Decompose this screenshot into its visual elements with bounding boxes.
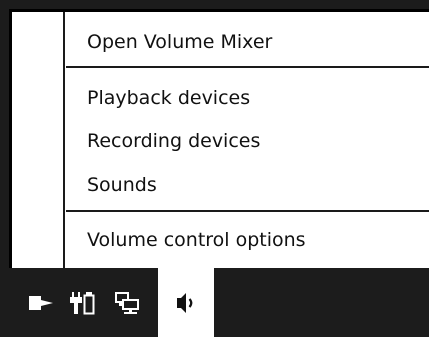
volume-context-menu: Open Volume Mixer Playback devices Recor… [9,9,429,268]
menu-item-label: Open Volume Mixer [87,31,273,53]
menu-item-label: Volume control options [87,229,306,251]
menu-item-playback-devices[interactable]: Playback devices [66,78,429,118]
menu-separator [66,210,429,212]
menu-separator [66,66,429,68]
taskbar [9,268,429,337]
tray-network-button[interactable] [109,268,145,337]
screen: Open Volume Mixer Playback devices Recor… [0,0,429,337]
tray-flag-button[interactable] [23,268,59,337]
menu-item-volume-control-options[interactable]: Volume control options [66,220,429,260]
menu-item-label: Sounds [87,174,157,196]
menu-item-open-volume-mixer[interactable]: Open Volume Mixer [66,22,429,62]
menu-item-recording-devices[interactable]: Recording devices [66,121,429,161]
menu-item-label: Playback devices [87,87,251,109]
tray-speaker-button[interactable] [158,268,214,337]
menu-item-label: Recording devices [87,130,261,152]
menu-icon-gutter [12,12,65,268]
tray-power-button[interactable] [65,268,101,337]
flag-icon [29,295,53,310]
battery-plug-icon [70,291,95,314]
network-icon [115,291,139,314]
speaker-icon [177,292,193,313]
menu-item-sounds[interactable]: Sounds [66,165,429,205]
